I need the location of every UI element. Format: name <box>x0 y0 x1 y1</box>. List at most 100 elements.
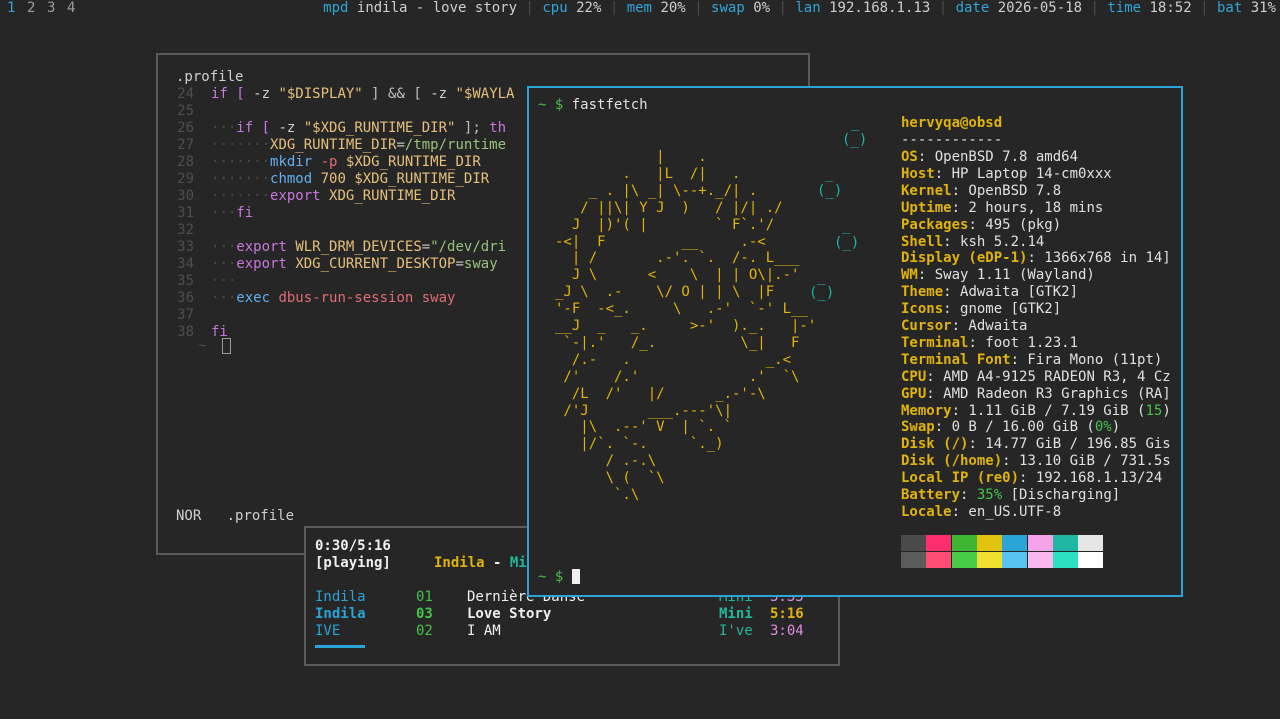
code-token: export <box>236 256 296 272</box>
playlist-track-number[interactable]: 02 <box>416 623 433 640</box>
info-value-highlight: 35% <box>976 487 1003 503</box>
playlist-artist[interactable]: IVE <box>315 623 340 640</box>
user-host: hervyqa@obsd <box>901 115 1003 131</box>
playlist-album[interactable]: I've <box>719 623 753 640</box>
code-token: = <box>396 137 405 153</box>
playlist-duration[interactable]: 5:16 <box>770 606 804 623</box>
workspace-1-button[interactable]: 1 <box>7 0 15 17</box>
date-value: 2026-05-18 <box>997 0 1083 16</box>
playlist-duration[interactable]: 3:04 <box>770 623 804 640</box>
ascii-art-line: /L /' |/ _.-'-\ <box>555 385 766 402</box>
separator: | <box>778 0 787 16</box>
status-modules: mpd indila - love story | cpu 22% | mem … <box>323 0 1276 17</box>
now-title: Mi <box>509 555 527 571</box>
playlist-title[interactable]: I AM <box>467 623 501 640</box>
info-value: : ksh 5.2.14 <box>943 233 1045 250</box>
ascii-art-line: -<| F __ .-< <box>555 233 766 250</box>
editor-statusline: NOR .profile <box>176 508 294 525</box>
info-value: : 0 B / 16.00 GiB ( <box>934 419 1095 436</box>
info-key: Kernel <box>901 182 952 199</box>
playlist-track-number[interactable]: 01 <box>416 589 433 606</box>
info-key: OS <box>901 149 918 165</box>
workspace-4-button[interactable]: 4 <box>67 0 75 17</box>
playlist-artist[interactable]: Indila <box>315 606 366 623</box>
ascii-art-line: |/`. `-. `._) <box>555 436 724 453</box>
workspace-2-button[interactable]: 2 <box>27 0 35 17</box>
lan-value: 192.168.1.13 <box>829 0 931 16</box>
info-value: : AMD Radeon R3 Graphics (RA] <box>926 385 1171 402</box>
info-rule: ------------ <box>901 132 1003 148</box>
indent-guide: ··· <box>211 120 237 136</box>
mpd-now-playing: Indila - Mi <box>434 555 527 572</box>
ascii-art-line: _ . |\ _| \--+._/| . <box>555 182 758 199</box>
playlist-album[interactable]: Mini <box>719 606 753 623</box>
system-info-row: Terminal: foot 1.23.1 <box>901 335 1078 352</box>
indent-guide: ······· <box>211 154 271 170</box>
code-token: chmod <box>270 171 321 187</box>
separator: | <box>525 0 534 16</box>
info-value: : <box>960 487 977 503</box>
terminal-prompt-line: ~ $ fastfetch <box>538 97 648 114</box>
info-key: Disk (/) <box>901 436 969 453</box>
info-key: Display (eDP-1) <box>901 250 1028 267</box>
system-info-row: Theme: Adwaita [GTK2] <box>901 284 1078 301</box>
info-value: : 14.77 GiB / 196.85 Gis <box>968 436 1171 453</box>
line-number: 26 <box>177 120 194 136</box>
info-key: Packages <box>901 216 969 233</box>
ascii-cyan-mark: _ <box>851 115 860 131</box>
palette-swatch <box>951 535 977 551</box>
terminal-window[interactable]: ~ $ fastfetch | . . |L /| . _ . |\ _| \-… <box>527 86 1183 597</box>
ascii-art-line: | . <box>555 149 707 165</box>
palette-swatch <box>926 535 952 551</box>
system-info-row: Uptime: 2 hours, 18 mins <box>901 200 1103 217</box>
code-token: /tmp/runtime <box>404 137 507 153</box>
system-info-row: Packages: 495 (pkg) <box>901 217 1061 234</box>
indent-guide: ······· <box>211 171 271 187</box>
info-value: : OpenBSD 7.8 <box>951 182 1062 199</box>
mem-label: mem <box>626 0 652 16</box>
bat-label: bat <box>1216 0 1243 16</box>
line-number: 37 <box>177 307 194 323</box>
info-key: Terminal Font <box>901 351 1011 368</box>
code-token: 700 <box>320 171 355 187</box>
editor-line: 30 ·······export XDG_RUNTIME_DIR <box>158 188 455 205</box>
indent-guide: ······· <box>211 188 271 204</box>
info-key: Memory <box>901 402 952 419</box>
info-value: : AMD A4-9125 RADEON R3, 4 Cz <box>926 368 1171 385</box>
line-number: 28 <box>177 154 194 170</box>
ascii-art-line: J |)'( | ` F`.'/ <box>555 216 775 233</box>
playlist-track-number[interactable]: 03 <box>416 606 433 623</box>
info-key: Host <box>901 165 935 182</box>
editor-line: 25 <box>158 103 211 120</box>
info-value-suffix: ) <box>1162 402 1171 419</box>
info-value: : Adwaita [GTK2] <box>943 284 1079 301</box>
palette-swatch <box>1052 535 1078 551</box>
playlist-artist[interactable]: Indila <box>315 589 366 606</box>
info-value-highlight: 15 <box>1145 402 1163 419</box>
code-token: $XDG_RUNTIME_DIR <box>345 154 481 170</box>
info-value: : 1.11 GiB / 7.19 GiB ( <box>951 402 1146 419</box>
info-value: : 1366x768 in 14] <box>1027 250 1171 267</box>
info-key: Disk (/home) <box>901 453 1003 470</box>
prompt-symbol-2: ~ $ <box>538 569 564 585</box>
ascii-art-line: | / .-'. `. /-. L___ <box>555 250 800 267</box>
line-number: 36 <box>177 290 194 306</box>
info-key: Uptime <box>901 199 952 216</box>
code-token: sway <box>463 256 498 272</box>
ascii-art-line: '-F -<_. \ .-' `-' L__ <box>555 301 808 318</box>
editor-cursor <box>221 338 231 354</box>
swap-value: 0% <box>753 0 771 16</box>
code-token: -z <box>278 120 304 136</box>
code-token: if [ <box>236 120 279 136</box>
ascii-art-line: J \ < \ | | O\|.-' <box>555 267 800 284</box>
line-number: 25 <box>177 103 194 119</box>
system-info-row: Battery: 35% [Discharging] <box>901 487 1120 504</box>
terminal-prompt-line-2[interactable]: ~ $ <box>538 569 580 586</box>
system-info-row: OS: OpenBSD 7.8 amd64 <box>901 149 1078 166</box>
playlist-title[interactable]: Love Story <box>467 606 551 623</box>
info-value: : 2 hours, 18 mins <box>951 199 1104 216</box>
ascii-art-line: / .-.\ <box>555 453 657 470</box>
workspace-3-button[interactable]: 3 <box>47 0 55 17</box>
editor-line: 34 ···export XDG_CURRENT_DESKTOP=sway <box>158 256 498 273</box>
indent-guide: ··· <box>211 239 237 255</box>
